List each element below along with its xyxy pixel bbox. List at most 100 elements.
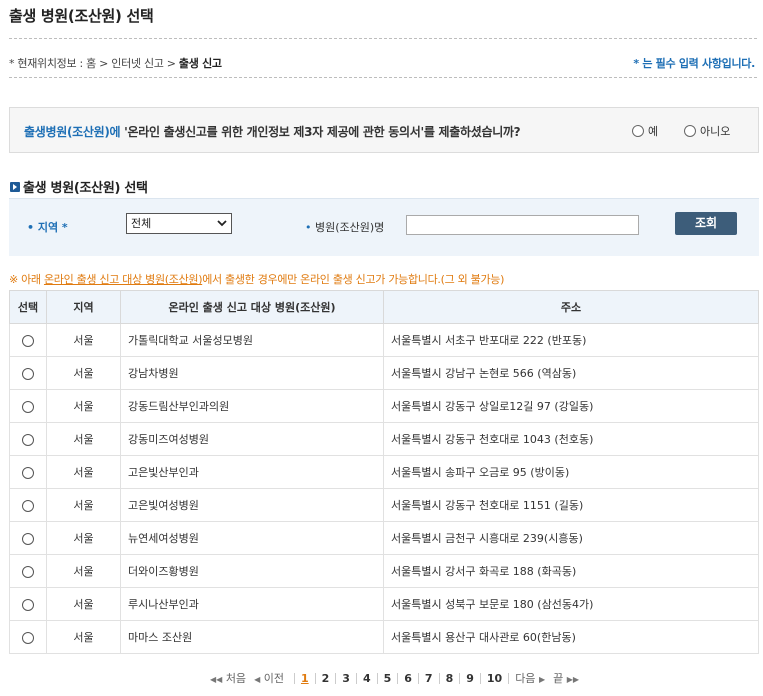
- table-row[interactable]: 서울 강동드림산부인과의원 서울특별시 강동구 상일로12길 97 (강일동): [9, 389, 759, 423]
- select-cell: [9, 488, 47, 522]
- breadcrumb-level1[interactable]: 인터넷 신고: [111, 57, 164, 70]
- row-radio[interactable]: [22, 532, 34, 545]
- hospital-cell: 더와이즈황병원: [120, 554, 384, 588]
- consent-box: 출생병원(조산원)에 '온라인 출생신고를 위한 개인정보 제3자 제공에 관한…: [9, 107, 759, 153]
- hospital-cell: 강동드림산부인과의원: [120, 389, 384, 423]
- breadcrumb-current: 출생 신고: [178, 57, 222, 70]
- page-link-10[interactable]: 10: [487, 672, 502, 685]
- last-page-link[interactable]: 끝 ▶▶: [553, 670, 579, 686]
- first-page-label: 처음: [225, 672, 247, 685]
- table-row[interactable]: 서울 가톨릭대학교 서울성모병원 서울특별시 서초구 반포대로 222 (반포동): [9, 323, 759, 357]
- consent-question: 출생병원(조산원)에 '온라인 출생신고를 위한 개인정보 제3자 제공에 관한…: [24, 123, 521, 140]
- region-select-value: 전체: [131, 217, 152, 230]
- table-row[interactable]: 서울 뉴연세여성병원 서울특별시 금천구 시흥대로 239(시흥동): [9, 521, 759, 555]
- select-cell: [9, 587, 47, 621]
- consent-yes-label: 예: [648, 125, 659, 138]
- first-page-link[interactable]: ◀◀ 처음: [210, 670, 246, 686]
- consent-yes-option[interactable]: 예: [632, 123, 658, 139]
- hospital-cell: 강동미즈여성병원: [120, 422, 384, 456]
- consent-yes-radio[interactable]: [632, 125, 644, 137]
- page-link-1[interactable]: 1: [301, 672, 309, 685]
- consent-no-option[interactable]: 아니오: [684, 123, 730, 139]
- hospital-cell: 고은빛산부인과: [120, 455, 384, 489]
- row-radio[interactable]: [22, 631, 34, 644]
- hospital-name-label: • 병원(조산원)명: [305, 219, 384, 235]
- row-radio[interactable]: [22, 499, 34, 512]
- region-select[interactable]: 전체: [126, 213, 232, 234]
- region-cell: 서울: [46, 323, 121, 357]
- breadcrumb-home[interactable]: 홈: [86, 57, 96, 70]
- hospital-cell: 마마스 조산원: [120, 620, 384, 654]
- prev-page-label: 이전: [263, 672, 284, 685]
- table-row[interactable]: 서울 고은빛산부인과 서울특별시 송파구 오금로 95 (방이동): [9, 455, 759, 489]
- table-row[interactable]: 서울 강남차병원 서울특별시 강남구 논현로 566 (역삼동): [9, 356, 759, 390]
- divider: [293, 672, 295, 684]
- address-cell: 서울특별시 강동구 천호대로 1043 (천호동): [383, 422, 759, 456]
- last-page-label: 끝: [553, 672, 564, 685]
- hospital-cell: 루시나산부인과: [120, 587, 384, 621]
- address-cell: 서울특별시 강남구 논현로 566 (역삼동): [383, 356, 759, 390]
- prev-page-link[interactable]: ◀ 이전: [254, 670, 284, 686]
- consent-question-highlight: 출생병원(조산원)에: [24, 125, 121, 139]
- page-link-3[interactable]: 3: [342, 672, 350, 685]
- right-arrow-icon: ▶: [538, 675, 546, 684]
- divider: [397, 672, 399, 684]
- divider: [376, 672, 378, 684]
- region-cell: 서울: [46, 488, 121, 522]
- section-title: 출생 병원(조산원) 선택: [10, 177, 148, 196]
- table-row[interactable]: 서울 고은빛여성병원 서울특별시 강동구 천호대로 1151 (길동): [9, 488, 759, 522]
- region-cell: 서울: [46, 455, 121, 489]
- region-cell: 서울: [46, 356, 121, 390]
- search-button[interactable]: 조회: [675, 212, 737, 235]
- consent-question-text: '온라인 출생신고를 위한 개인정보 제3자 제공에 관한 동의서'를 제출하셨…: [120, 125, 521, 139]
- divider: [314, 672, 316, 684]
- divider: [438, 672, 440, 684]
- col-select-header: 선택: [9, 290, 47, 324]
- address-cell: 서울특별시 강동구 상일로12길 97 (강일동): [383, 389, 759, 423]
- address-cell: 서울특별시 용산구 대사관로 60(한남동): [383, 620, 759, 654]
- chevron-down-icon: [217, 220, 227, 227]
- row-radio[interactable]: [22, 565, 34, 578]
- hospital-name-input[interactable]: [406, 215, 639, 235]
- row-radio[interactable]: [22, 400, 34, 413]
- row-radio[interactable]: [22, 334, 34, 347]
- breadcrumb-separator: >: [99, 57, 109, 70]
- hospital-table: 선택 지역 온라인 출생 신고 대상 병원(조산원) 주소 서울 가톨릭대학교 서…: [9, 290, 759, 654]
- consent-no-radio[interactable]: [684, 125, 696, 137]
- row-radio[interactable]: [22, 598, 34, 611]
- region-cell: 서울: [46, 587, 121, 621]
- divider: [335, 672, 337, 684]
- row-radio[interactable]: [22, 466, 34, 479]
- divider: [9, 38, 757, 39]
- notice-suffix: 에서 출생한 경우에만 온라인 출생 신고가 가능합니다.(그 외 불가능): [202, 273, 505, 286]
- table-row[interactable]: 서울 더와이즈황병원 서울특별시 강서구 화곡로 188 (화곡동): [9, 554, 759, 588]
- page-link-5[interactable]: 5: [384, 672, 392, 685]
- page-link-2[interactable]: 2: [322, 672, 330, 685]
- address-cell: 서울특별시 강동구 천호대로 1151 (길동): [383, 488, 759, 522]
- section-title-text: 출생 병원(조산원) 선택: [23, 181, 148, 196]
- bullet-dot-icon: •: [305, 221, 312, 234]
- divider: [508, 672, 510, 684]
- page-link-8[interactable]: 8: [446, 672, 454, 685]
- notice-text: ※ 아래 온라인 출생 신고 대상 병원(조산원)에서 출생한 경우에만 온라인…: [9, 271, 504, 287]
- page-link-9[interactable]: 9: [466, 672, 474, 685]
- row-radio[interactable]: [22, 367, 34, 380]
- page-link-7[interactable]: 7: [425, 672, 433, 685]
- address-cell: 서울특별시 송파구 오금로 95 (방이동): [383, 455, 759, 489]
- hospital-cell: 가톨릭대학교 서울성모병원: [120, 323, 384, 357]
- consent-no-label: 아니오: [700, 125, 731, 138]
- table-row[interactable]: 서울 강동미즈여성병원 서울특별시 강동구 천호대로 1043 (천호동): [9, 422, 759, 456]
- row-radio[interactable]: [22, 433, 34, 446]
- double-right-arrow-icon: ▶▶: [566, 675, 580, 684]
- page-link-4[interactable]: 4: [363, 672, 371, 685]
- hospital-cell: 고은빛여성병원: [120, 488, 384, 522]
- address-cell: 서울특별시 강서구 화곡로 188 (화곡동): [383, 554, 759, 588]
- table-row[interactable]: 서울 루시나산부인과 서울특별시 성북구 보문로 180 (삼선동4가): [9, 587, 759, 621]
- breadcrumb: * 현재위치정보 : 홈 > 인터넷 신고 > 출생 신고: [9, 55, 222, 71]
- page-title: 출생 병원(조산원) 선택: [9, 7, 154, 25]
- next-page-link[interactable]: 다음 ▶: [515, 670, 545, 686]
- notice-underlined: 온라인 출생 신고 대상 병원(조산원): [43, 273, 203, 286]
- table-row[interactable]: 서울 마마스 조산원 서울특별시 용산구 대사관로 60(한남동): [9, 620, 759, 654]
- hospital-name-label-text: 병원(조산원)명: [315, 221, 385, 234]
- page-link-6[interactable]: 6: [404, 672, 412, 685]
